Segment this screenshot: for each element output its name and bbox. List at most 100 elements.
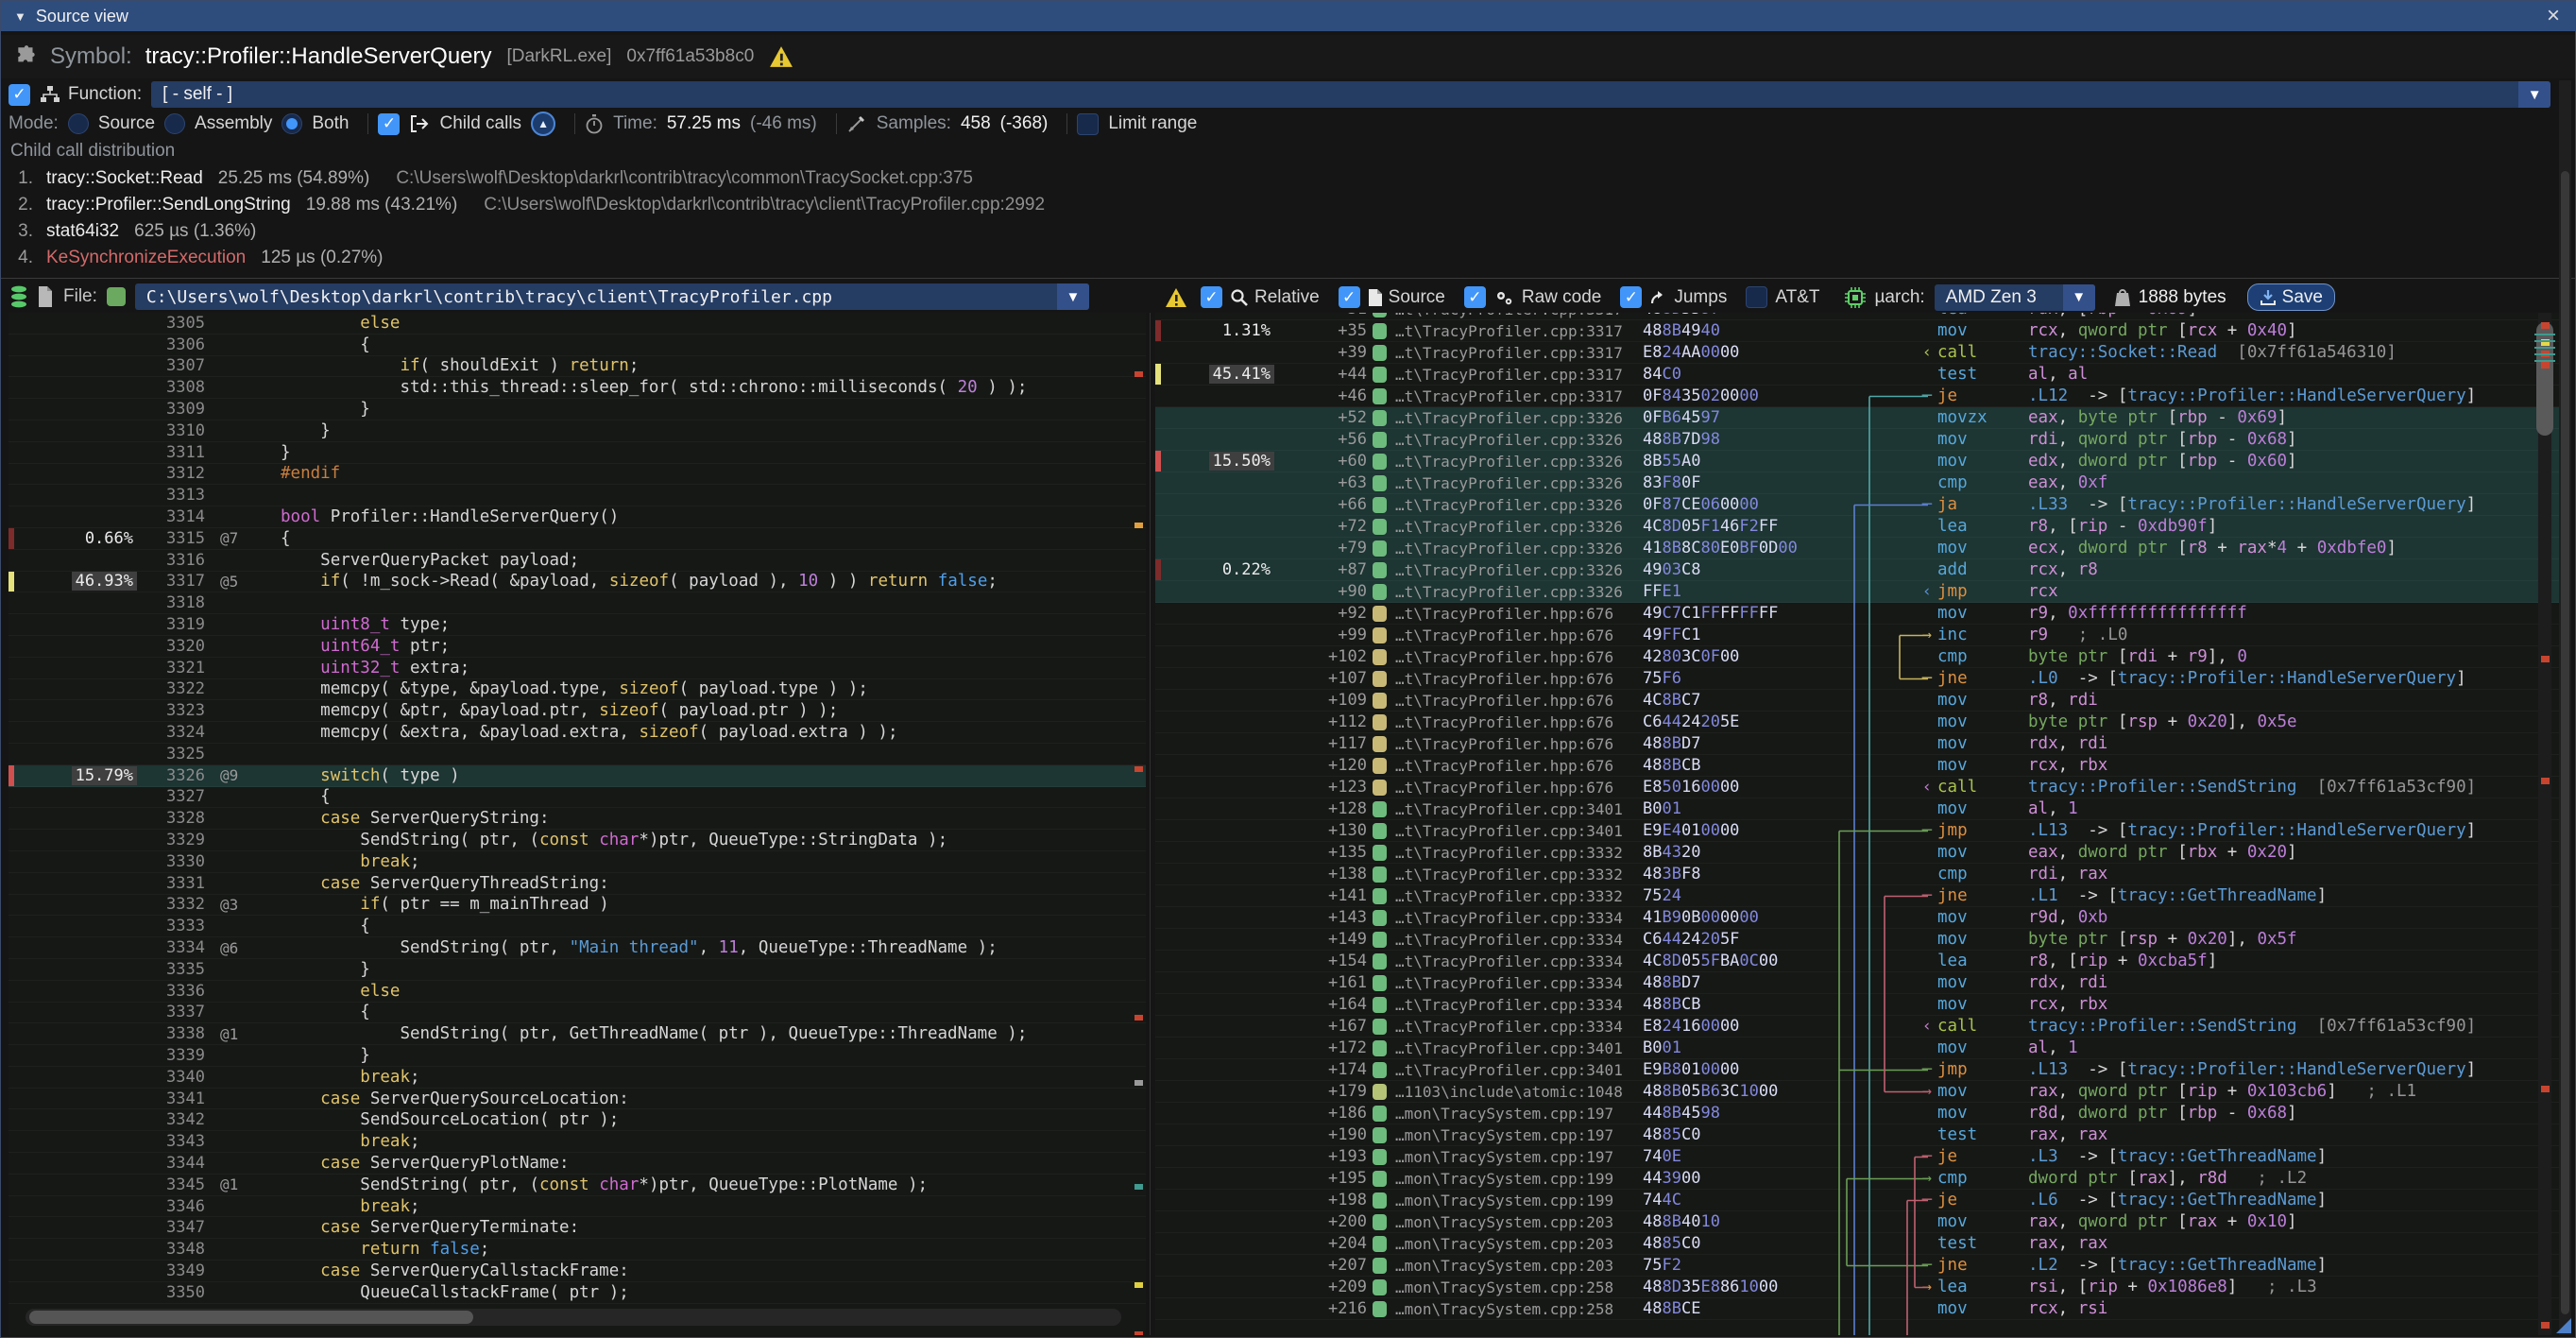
source-line[interactable]: 3335 } [9, 959, 1146, 981]
source-line[interactable]: 3312#endif [9, 464, 1146, 486]
source-line[interactable]: 3348 return false; [9, 1239, 1146, 1261]
source-line[interactable]: 3339 } [9, 1045, 1146, 1067]
assembly-line[interactable]: +204…mon\TracySystem.cpp:2034885C0testra… [1155, 1233, 2566, 1255]
source-line[interactable]: 3318 [9, 592, 1146, 614]
child-call-row[interactable]: 2.tracy::Profiler::SendLongString19.88 m… [1, 192, 2551, 218]
assembly-line[interactable]: +39…t\TracyProfiler.cpp:3317E824AA0000‹c… [1155, 342, 2566, 364]
child-call-row[interactable]: 4.KeSynchronizeExecution125 µs (0.27%) [1, 245, 2551, 271]
assembly-line[interactable]: +90…t\TracyProfiler.cpp:3326FFE1‹jmprcx [1155, 581, 2566, 603]
source-line[interactable]: 3338@1 SendString( ptr, GetThreadName( p… [9, 1023, 1146, 1045]
scrollbar-thumb[interactable] [2561, 171, 2569, 1314]
source-line[interactable]: 3333 { [9, 916, 1146, 937]
source-line[interactable]: 3316 ServerQueryPacket payload; [9, 550, 1146, 572]
source-line[interactable]: 3308 std::this_thread::sleep_for( std::c… [9, 377, 1146, 399]
assembly-line[interactable]: +66…t\TracyProfiler.cpp:33260F87CE060000… [1155, 494, 2566, 516]
source-line[interactable]: 3314bool Profiler::HandleServerQuery() [9, 506, 1146, 528]
assembly-line[interactable]: +200…mon\TracySystem.cpp:203488B4010movr… [1155, 1211, 2566, 1233]
collapse-triangle-icon[interactable]: ▼ [14, 9, 26, 24]
source-line[interactable]: 3307 if( shouldExit ) return; [9, 356, 1146, 378]
scrollbar-thumb[interactable] [29, 1311, 473, 1324]
source-line[interactable]: 3329 SendString( ptr, (const char*)ptr, … [9, 830, 1146, 851]
save-button[interactable]: Save [2247, 283, 2335, 311]
source-line[interactable]: 3345@1 SendString( ptr, (const char*)ptr… [9, 1175, 1146, 1196]
assembly-line[interactable]: +179…1103\include\atomic:1048488B05B63C1… [1155, 1081, 2566, 1103]
att-checkbox[interactable]: ✓ [1746, 286, 1767, 308]
source-line[interactable]: 3320 uint64_t ptr; [9, 636, 1146, 658]
assembly-line[interactable]: +120…t\TracyProfiler.hpp:676488BCBmovrcx… [1155, 755, 2566, 777]
assembly-line[interactable]: +138…t\TracyProfiler.cpp:3332483BF8cmprd… [1155, 864, 2566, 885]
assembly-line[interactable]: 45.41%+44…t\TracyProfiler.cpp:331784C0te… [1155, 364, 2566, 386]
collapse-up-icon[interactable]: ▲ [531, 112, 555, 136]
assembly-line[interactable]: +123…t\TracyProfiler.hpp:676E850160000‹c… [1155, 777, 2566, 798]
assembly-line[interactable]: +109…t\TracyProfiler.hpp:6764C8BC7movr8,… [1155, 690, 2566, 712]
source-line[interactable]: 3306 { [9, 334, 1146, 356]
child-calls-checkbox[interactable]: ✓ [378, 113, 400, 135]
source-line[interactable]: 3321 uint32_t extra; [9, 658, 1146, 679]
assembly-line[interactable]: 15.50%+60…t\TracyProfiler.cpp:33268B55A0… [1155, 451, 2566, 472]
source-line[interactable]: 15.79%3326@9 switch( type ) [9, 765, 1146, 787]
chevron-down-icon[interactable]: ▼ [2063, 284, 2095, 311]
uarch-combo[interactable]: AMD Zen 3 ▼ [1935, 284, 2095, 311]
assembly-line[interactable]: +190…mon\TracySystem.cpp:1974885C0testra… [1155, 1124, 2566, 1146]
close-icon[interactable]: × [2547, 3, 2560, 29]
assembly-line[interactable]: +128…t\TracyProfiler.cpp:3401B001moval, … [1155, 798, 2566, 820]
function-combo[interactable]: [ - self - ] ▼ [151, 81, 2550, 108]
source-line[interactable]: 3347 case ServerQueryTerminate: [9, 1217, 1146, 1239]
source-line[interactable]: 3344 case ServerQueryPlotName: [9, 1153, 1146, 1175]
assembly-scrollbar[interactable] [2534, 313, 2555, 1335]
source-line[interactable]: 3327 { [9, 787, 1146, 809]
source-line[interactable]: 3309 } [9, 399, 1146, 420]
assembly-line[interactable]: +149…t\TracyProfiler.cpp:3334C64424205Fm… [1155, 929, 2566, 951]
assembly-line[interactable]: +186…mon\TracySystem.cpp:197448B4598movr… [1155, 1103, 2566, 1124]
source-line[interactable]: 3328 case ServerQueryString: [9, 808, 1146, 830]
assembly-line[interactable]: +52…t\TracyProfiler.cpp:33260FB64597movz… [1155, 407, 2566, 429]
source-line[interactable]: 3305 else [9, 313, 1146, 334]
file-combo[interactable]: C:\Users\wolf\Desktop\darkrl\contrib\tra… [135, 283, 1089, 310]
source-line[interactable]: 3313 [9, 485, 1146, 506]
assembly-line[interactable]: +143…t\TracyProfiler.cpp:333441B90B00000… [1155, 907, 2566, 929]
source-line[interactable]: 3340 break; [9, 1067, 1146, 1089]
assembly-line[interactable]: +174…t\TracyProfiler.cpp:3401E9B8010000─… [1155, 1059, 2566, 1081]
source-line[interactable]: 3330 break; [9, 851, 1146, 873]
source-line[interactable]: 3350 QueueCallstackFrame( ptr ); [9, 1282, 1146, 1304]
assembly-line[interactable]: +161…t\TracyProfiler.cpp:3334488BD7movrd… [1155, 972, 2566, 994]
titlebar[interactable]: ▼ Source view × [1, 1, 2576, 31]
assembly-line[interactable]: +112…t\TracyProfiler.hpp:676C64424205Emo… [1155, 712, 2566, 733]
assembly-line[interactable]: +164…t\TracyProfiler.cpp:3334488BCBmovrc… [1155, 994, 2566, 1016]
assembly-line[interactable]: +167…t\TracyProfiler.cpp:3334E824160000‹… [1155, 1016, 2566, 1038]
radio-assembly[interactable] [164, 113, 185, 134]
assembly-line[interactable]: +107…t\TracyProfiler.hpp:67675F6─jne.L0 … [1155, 668, 2566, 690]
assembly-line[interactable]: +117…t\TracyProfiler.hpp:676488BD7movrdx… [1155, 733, 2566, 755]
assembly-line[interactable]: +102…t\TracyProfiler.hpp:67642803C0F00cm… [1155, 646, 2566, 668]
window-scrollbar[interactable] [2559, 80, 2571, 1335]
assembly-line[interactable]: +130…t\TracyProfiler.cpp:3401E9E4010000─… [1155, 820, 2566, 842]
assembly-line[interactable]: +195…mon\TracySystem.cpp:199443900→cmpdw… [1155, 1168, 2566, 1190]
source-line[interactable]: 3346 break; [9, 1196, 1146, 1218]
assembly-line[interactable]: +154…t\TracyProfiler.cpp:33344C8D055FBA0… [1155, 951, 2566, 972]
raw-code-checkbox[interactable]: ✓ [1464, 286, 1486, 308]
function-checkbox[interactable]: ✓ [9, 84, 30, 106]
source-line[interactable]: 3342 SendSourceLocation( ptr ); [9, 1109, 1146, 1131]
source-line[interactable]: 3343 break; [9, 1131, 1146, 1153]
assembly-line[interactable]: +92…t\TracyProfiler.hpp:67649C7C1FFFFFFF… [1155, 603, 2566, 625]
assembly-line[interactable]: +79…t\TracyProfiler.cpp:3326418B8C80E0BF… [1155, 538, 2566, 559]
child-call-row[interactable]: 1.tracy::Socket::Read25.25 ms (54.89%)C:… [1, 165, 2551, 192]
source-line[interactable]: 3331 case ServerQueryThreadString: [9, 873, 1146, 895]
source-horizontal-scrollbar[interactable] [26, 1309, 1121, 1326]
source-line[interactable]: 3349 case ServerQueryCallstackFrame: [9, 1261, 1146, 1282]
child-call-row[interactable]: 3.stat64i32625 µs (1.36%) [1, 218, 2551, 245]
assembly-line[interactable]: +216…mon\TracySystem.cpp:258488BCEmovrcx… [1155, 1298, 2566, 1320]
assembly-line[interactable]: 0.22%+87…t\TracyProfiler.cpp:33264903C8a… [1155, 559, 2566, 581]
assembly-line[interactable]: +209…mon\TracySystem.cpp:258488D35E88610… [1155, 1277, 2566, 1298]
assembly-line[interactable]: +46…t\TracyProfiler.cpp:33170F8435020000… [1155, 386, 2566, 407]
radio-both[interactable] [281, 113, 302, 134]
assembly-line[interactable]: +56…t\TracyProfiler.cpp:3326488B7D98movr… [1155, 429, 2566, 451]
source-line[interactable]: 3322 memcpy( &type, &payload.type, sizeo… [9, 679, 1146, 701]
assembly-line[interactable]: +72…t\TracyProfiler.cpp:33264C8D05F146F2… [1155, 516, 2566, 538]
assembly-line[interactable]: +135…t\TracyProfiler.cpp:33328B4320movea… [1155, 842, 2566, 864]
source-line[interactable]: 3325 [9, 744, 1146, 765]
source-line[interactable]: 0.66%3315@7{ [9, 528, 1146, 550]
jumps-checkbox[interactable]: ✓ [1620, 286, 1642, 308]
radio-source[interactable] [68, 113, 89, 134]
source-line[interactable]: 3337 { [9, 1003, 1146, 1024]
